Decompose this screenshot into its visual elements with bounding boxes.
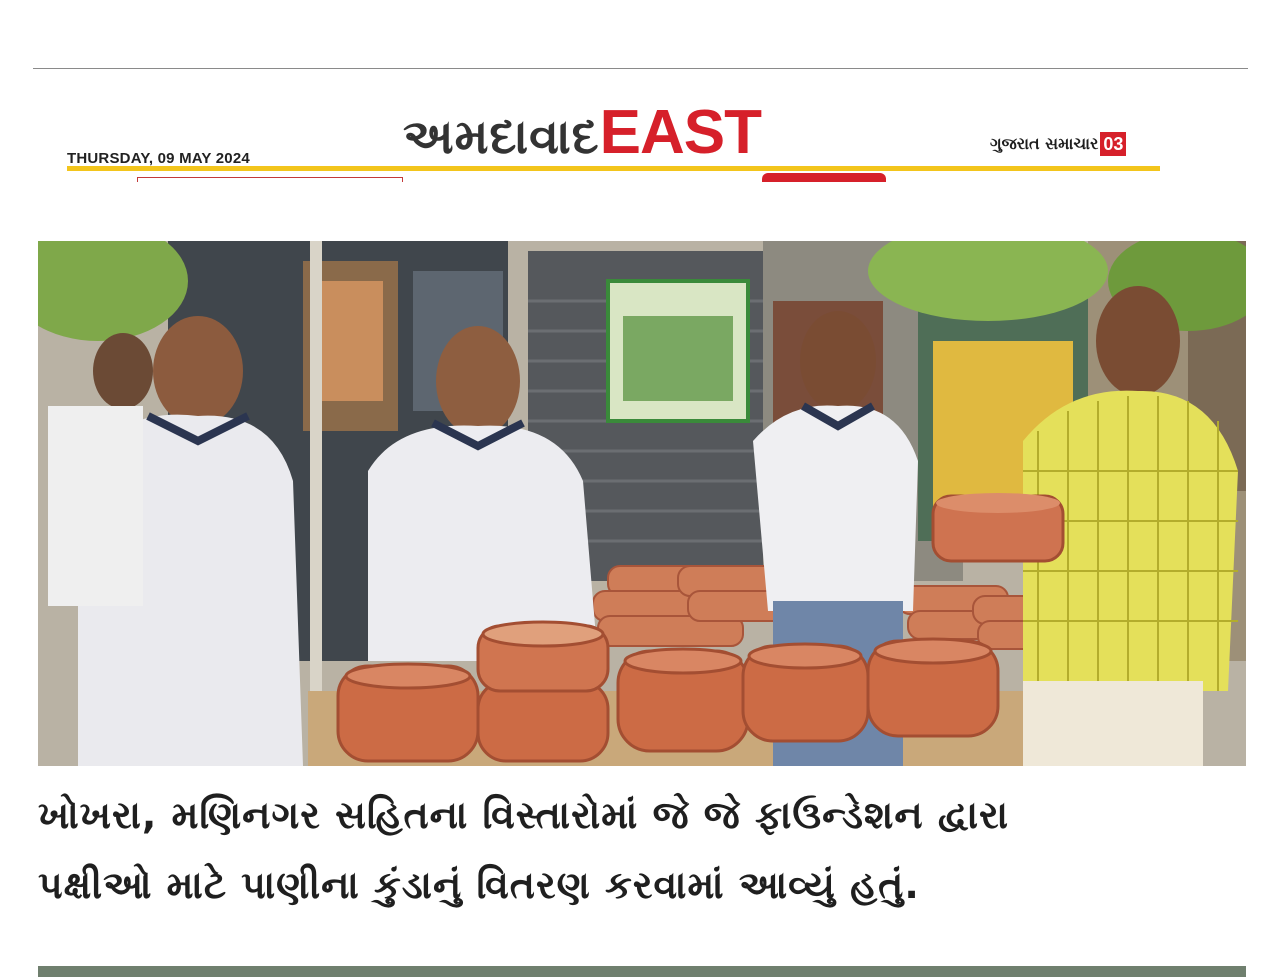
news-photo-illustration <box>38 241 1246 766</box>
paper-brand: ગુજરાત સમાચાર 03 <box>990 132 1127 156</box>
masthead-rule <box>67 166 1160 171</box>
masthead: THURSDAY, 09 MAY 2024 અમદાવાદEAST ગુજરાત… <box>0 95 1280 185</box>
section-title-gujarati: અમદાવાદ <box>403 109 600 165</box>
photo-caption: ખોખરા, મણિનગર સહિતના વિસ્તારોમાં જે જે ફ… <box>38 780 1253 920</box>
publication-date: THURSDAY, 09 MAY 2024 <box>67 150 250 167</box>
paper-name: ગુજરાત સમાચાર <box>990 134 1099 153</box>
caption-line-1: ખોખરા, મણિનગર સહિતના વિસ્તારોમાં જે જે ફ… <box>38 793 1010 837</box>
top-rule <box>33 68 1248 69</box>
page-number-badge: 03 <box>1100 132 1127 156</box>
section-title: અમદાવાદEAST <box>403 95 762 186</box>
section-title-english: EAST <box>599 98 762 167</box>
next-photo-edge <box>38 966 1246 977</box>
frame-decoration <box>137 177 403 182</box>
caption-line-2: પક્ષીઓ માટે પાણીના કુંડાનું વિતરણ કરવામા… <box>38 863 920 907</box>
news-photo <box>38 241 1246 766</box>
red-tab-decoration <box>762 173 886 182</box>
